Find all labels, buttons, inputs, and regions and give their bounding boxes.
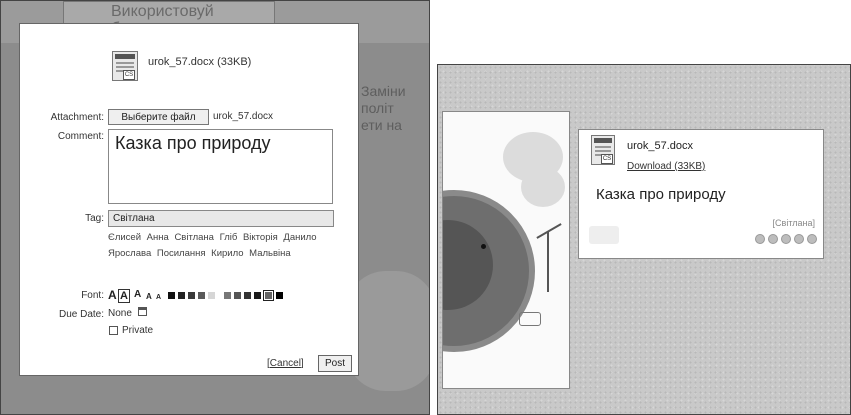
cancel-link[interactable]: Cancel	[270, 358, 301, 369]
note-watermark	[589, 226, 619, 244]
choose-file-button[interactable]: Выберите файл	[108, 109, 209, 125]
font-size-option[interactable]: A	[146, 291, 152, 303]
font-size-option-selected[interactable]: A	[118, 289, 130, 303]
color-swatch[interactable]	[178, 292, 185, 299]
file-title: urok_57.docx (33KB)	[148, 56, 252, 68]
color-swatch[interactable]	[168, 292, 175, 299]
tag-suggestion[interactable]: Гліб	[220, 232, 238, 243]
color-swatch[interactable]	[234, 292, 241, 299]
tag-suggestion[interactable]: Світлана	[174, 232, 214, 243]
edit-note-screenshot: Використовуй баластування Заміни політ е…	[0, 0, 430, 415]
docx-file-icon: CS	[112, 51, 138, 81]
comment-label: Comment:	[57, 131, 104, 142]
due-date-value: None	[108, 308, 132, 319]
color-swatch[interactable]	[208, 292, 215, 299]
note-actions	[752, 234, 817, 246]
tag-suggestion[interactable]: Кирило	[211, 248, 243, 259]
note-tag[interactable]: [Світлана]	[773, 218, 815, 228]
color-swatch[interactable]	[244, 292, 251, 299]
planet-dot	[481, 244, 486, 249]
private-label[interactable]: Private	[122, 325, 153, 336]
cloud-shape	[521, 167, 565, 207]
tag-suggestion[interactable]: Мальвіна	[249, 248, 290, 259]
sketch-detail	[519, 312, 541, 326]
background-side-text: Заміни політ ети на	[361, 83, 406, 133]
note-file-name: urok_57.docx	[627, 140, 694, 152]
color-swatch[interactable]	[276, 292, 283, 299]
color-swatch[interactable]	[224, 292, 231, 299]
color-swatch-selected[interactable]	[263, 290, 274, 301]
post-button[interactable]: Post	[318, 355, 352, 372]
due-date-label: Due Date:	[58, 309, 104, 320]
comment-textarea[interactable]: Казка про природу	[108, 129, 333, 204]
minus-icon[interactable]	[768, 234, 778, 244]
cancel-wrapper: [Cancel]	[267, 358, 304, 369]
tag-suggestion[interactable]: Єлисей	[108, 232, 141, 243]
color-swatch[interactable]	[254, 292, 261, 299]
close-icon[interactable]	[807, 234, 817, 244]
tag-icon[interactable]	[794, 234, 804, 244]
tag-label: Tag:	[85, 213, 104, 224]
attachment-note[interactable]: CS urok_57.docx Download (33KB) Казка пр…	[578, 129, 824, 259]
font-label: Font:	[81, 290, 104, 301]
note-comment: Казка про природу	[596, 186, 726, 203]
color-swatch[interactable]	[198, 292, 205, 299]
wind-turbine-blade	[536, 223, 562, 239]
tag-suggestion[interactable]: Вікторія	[243, 232, 278, 243]
attachment-dialog: CS urok_57.docx (33KB) Attachment: Выбер…	[19, 23, 359, 376]
info-icon[interactable]	[781, 234, 791, 244]
tag-input[interactable]	[108, 210, 334, 227]
docx-file-icon: CS	[591, 135, 615, 165]
tag-suggestion[interactable]: Данило	[283, 232, 316, 243]
attachment-label: Attachment:	[50, 112, 104, 123]
note-board-screenshot: CS urok_57.docx Download (33KB) Казка пр…	[437, 64, 851, 415]
color-swatch[interactable]	[188, 292, 195, 299]
tag-suggestions: Єлисей Анна Світлана Гліб Вікторія Данил…	[108, 230, 334, 262]
wind-turbine-pole	[547, 232, 549, 292]
calendar-icon[interactable]	[138, 307, 147, 316]
chosen-file-name: urok_57.docx	[213, 111, 274, 122]
download-link[interactable]: Download (33KB)	[627, 161, 705, 172]
font-size-option[interactable]: A	[134, 289, 141, 301]
font-size-option[interactable]: A	[108, 289, 117, 301]
tag-suggestion[interactable]: Посилання	[157, 248, 206, 259]
private-checkbox[interactable]	[109, 326, 118, 335]
tag-suggestion[interactable]: Анна	[147, 232, 169, 243]
font-size-option[interactable]: A	[156, 292, 161, 304]
tag-suggestion[interactable]: Ярослава	[108, 248, 151, 259]
edit-icon[interactable]	[755, 234, 765, 244]
illustration-card	[442, 111, 570, 389]
